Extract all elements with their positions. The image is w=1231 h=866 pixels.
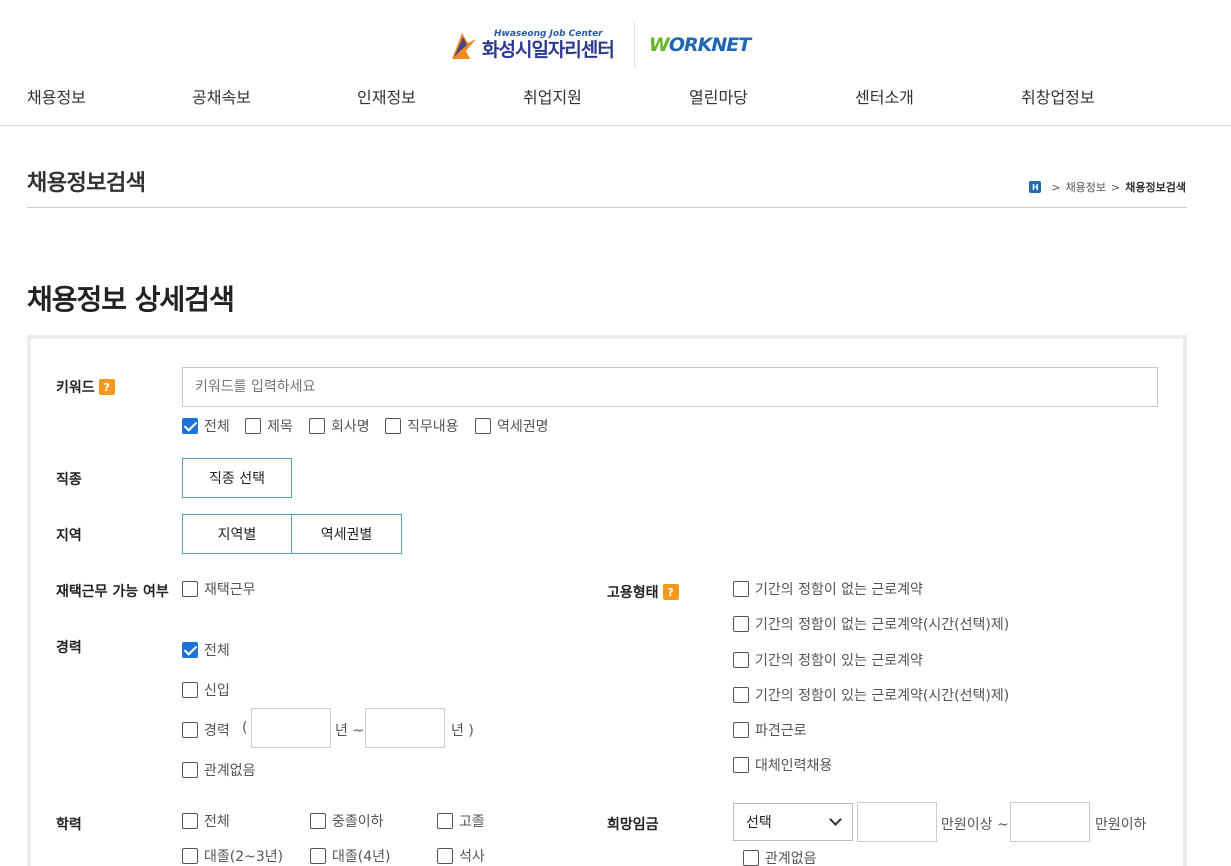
education-label: 학력: [56, 817, 82, 833]
employment-option-checkbox[interactable]: 기간의 정함이 있는 근로계약(시간(선택)제): [733, 685, 1009, 705]
checkbox[interactable]: [733, 581, 749, 597]
hwaseong-logo-mark-icon: [448, 29, 478, 61]
checkbox[interactable]: [733, 616, 749, 632]
education-option-checkbox[interactable]: 석사: [437, 846, 485, 866]
help-icon[interactable]: ?: [98, 379, 115, 395]
nav-item-talent-info[interactable]: 인재정보: [357, 84, 416, 108]
help-icon[interactable]: ?: [662, 584, 679, 600]
region-label: 지역: [56, 528, 82, 544]
region-by-station-button[interactable]: 역세권별: [291, 514, 402, 554]
chevron-right-icon: >: [1111, 180, 1121, 194]
checkbox[interactable]: [245, 418, 261, 434]
career-new-checkbox[interactable]: 신입: [182, 680, 230, 700]
checkbox[interactable]: [475, 418, 491, 434]
keyword-scope-title[interactable]: 제목: [245, 416, 293, 436]
worknet-logo-text: ORKNET: [668, 34, 751, 56]
checkbox[interactable]: [733, 722, 749, 738]
education-option-checkbox[interactable]: 대졸(4년): [310, 846, 390, 866]
employment-option-checkbox[interactable]: 파견근로: [733, 720, 807, 740]
career-experienced-checkbox[interactable]: 경력: [182, 720, 230, 740]
home-icon[interactable]: H: [1029, 181, 1042, 193]
checkbox[interactable]: [182, 682, 198, 698]
career-paren-open: (: [242, 720, 248, 736]
checkbox[interactable]: [310, 848, 326, 864]
checkbox[interactable]: [182, 848, 198, 864]
worknet-logo[interactable]: W ORKNET: [648, 34, 751, 56]
nav-item-startup-info[interactable]: 취창업정보: [1021, 84, 1095, 108]
career-all-checkbox[interactable]: 전체: [182, 640, 230, 660]
employment-option-checkbox[interactable]: 기간의 정함이 있는 근로계약: [733, 650, 923, 670]
career-year-to-input[interactable]: [365, 708, 445, 748]
logo-divider: [633, 22, 635, 68]
employment-option-checkbox[interactable]: 기간의 정함이 없는 근로계약: [733, 579, 923, 599]
hwaseong-logo[interactable]: Hwaseong Job Center 화성시일자리센터: [448, 29, 615, 61]
logo-area: Hwaseong Job Center 화성시일자리센터 W ORKNET: [448, 22, 751, 68]
keyword-input[interactable]: [182, 367, 1158, 407]
salary-min-input[interactable]: [857, 802, 937, 842]
checkbox[interactable]: [182, 762, 198, 778]
checkbox[interactable]: [733, 652, 749, 668]
breadcrumb-item[interactable]: 채용정보: [1066, 179, 1106, 195]
career-year-from-input[interactable]: [251, 708, 331, 748]
breadcrumb-current: 채용정보검색: [1125, 181, 1186, 194]
job-type-select-button[interactable]: 직종 선택: [182, 458, 292, 498]
checkbox[interactable]: [309, 418, 325, 434]
checkbox[interactable]: [743, 850, 759, 866]
salary-no-matter-checkbox[interactable]: 관계없음: [743, 848, 817, 866]
checkbox[interactable]: [182, 722, 198, 738]
career-any-checkbox[interactable]: 관계없음: [182, 760, 256, 780]
education-option-checkbox[interactable]: 전체: [182, 811, 230, 831]
salary-max-input[interactable]: [1010, 802, 1090, 842]
salary-min-suffix: 만원이상 ~: [941, 817, 1009, 833]
checkbox[interactable]: [182, 642, 198, 658]
checkbox[interactable]: [733, 687, 749, 703]
career-year-from-suffix: 년 ~: [335, 723, 365, 739]
section-title: 채용정보 상세검색: [27, 283, 235, 316]
nav-item-recruit-info[interactable]: 채용정보: [27, 84, 86, 108]
salary-label: 희망임금: [607, 817, 659, 833]
checkbox[interactable]: [182, 813, 198, 829]
salary-type-value: 선택: [746, 815, 772, 831]
header-divider: [0, 125, 1231, 126]
checkbox[interactable]: [437, 848, 453, 864]
employment-type-label: 고용형태?: [607, 582, 679, 602]
salary-type-select[interactable]: 선택: [733, 803, 853, 841]
employment-option-checkbox[interactable]: 대체인력채용: [733, 755, 832, 775]
checkbox[interactable]: [733, 757, 749, 773]
checkbox[interactable]: [437, 813, 453, 829]
worknet-logo-w: W: [648, 34, 670, 56]
keyword-label: 키워드?: [56, 377, 115, 397]
salary-max-suffix: 만원이하: [1095, 817, 1147, 833]
keyword-scope-company[interactable]: 회사명: [309, 416, 370, 436]
breadcrumb: H > 채용정보 > 채용정보검색: [1029, 179, 1186, 195]
nav-item-open-forum[interactable]: 열린마당: [689, 84, 748, 108]
keyword-scope-duty[interactable]: 직무내용: [385, 416, 459, 436]
keyword-scope-all[interactable]: 전체: [182, 416, 230, 436]
career-year-to-suffix: 년 ): [451, 723, 474, 739]
education-option-checkbox[interactable]: 중졸이하: [310, 811, 384, 831]
checkbox[interactable]: [385, 418, 401, 434]
remote-label: 재택근무 가능 여부: [56, 584, 169, 600]
job-type-label: 직종: [56, 472, 82, 488]
region-by-area-button[interactable]: 지역별: [182, 514, 292, 554]
logo-title: 화성시일자리센터: [482, 39, 615, 61]
nav-item-job-support[interactable]: 취업지원: [523, 84, 582, 108]
logo-subtitle: Hwaseong Job Center: [494, 29, 603, 39]
nav-item-center-intro[interactable]: 센터소개: [855, 84, 914, 108]
keyword-scope-station[interactable]: 역세권명: [475, 416, 549, 436]
chevron-right-icon: >: [1051, 180, 1061, 194]
title-divider: [27, 207, 1187, 208]
remote-checkbox[interactable]: 재택근무: [182, 579, 256, 599]
page-title: 채용정보검색: [27, 171, 146, 196]
career-label: 경력: [56, 640, 82, 656]
main-nav: 채용정보 공채속보 인재정보 취업지원 열린마당 센터소개 취창업정보: [0, 84, 1231, 108]
checkbox[interactable]: [310, 813, 326, 829]
nav-item-public-recruit[interactable]: 공채속보: [192, 84, 251, 108]
education-option-checkbox[interactable]: 고졸: [437, 811, 485, 831]
employment-option-checkbox[interactable]: 기간의 정함이 없는 근로계약(시간(선택)제): [733, 614, 1009, 634]
checkbox[interactable]: [182, 581, 198, 597]
education-option-checkbox[interactable]: 대졸(2~3년): [182, 846, 283, 866]
checkbox[interactable]: [182, 418, 198, 434]
chevron-down-icon: [829, 813, 842, 826]
